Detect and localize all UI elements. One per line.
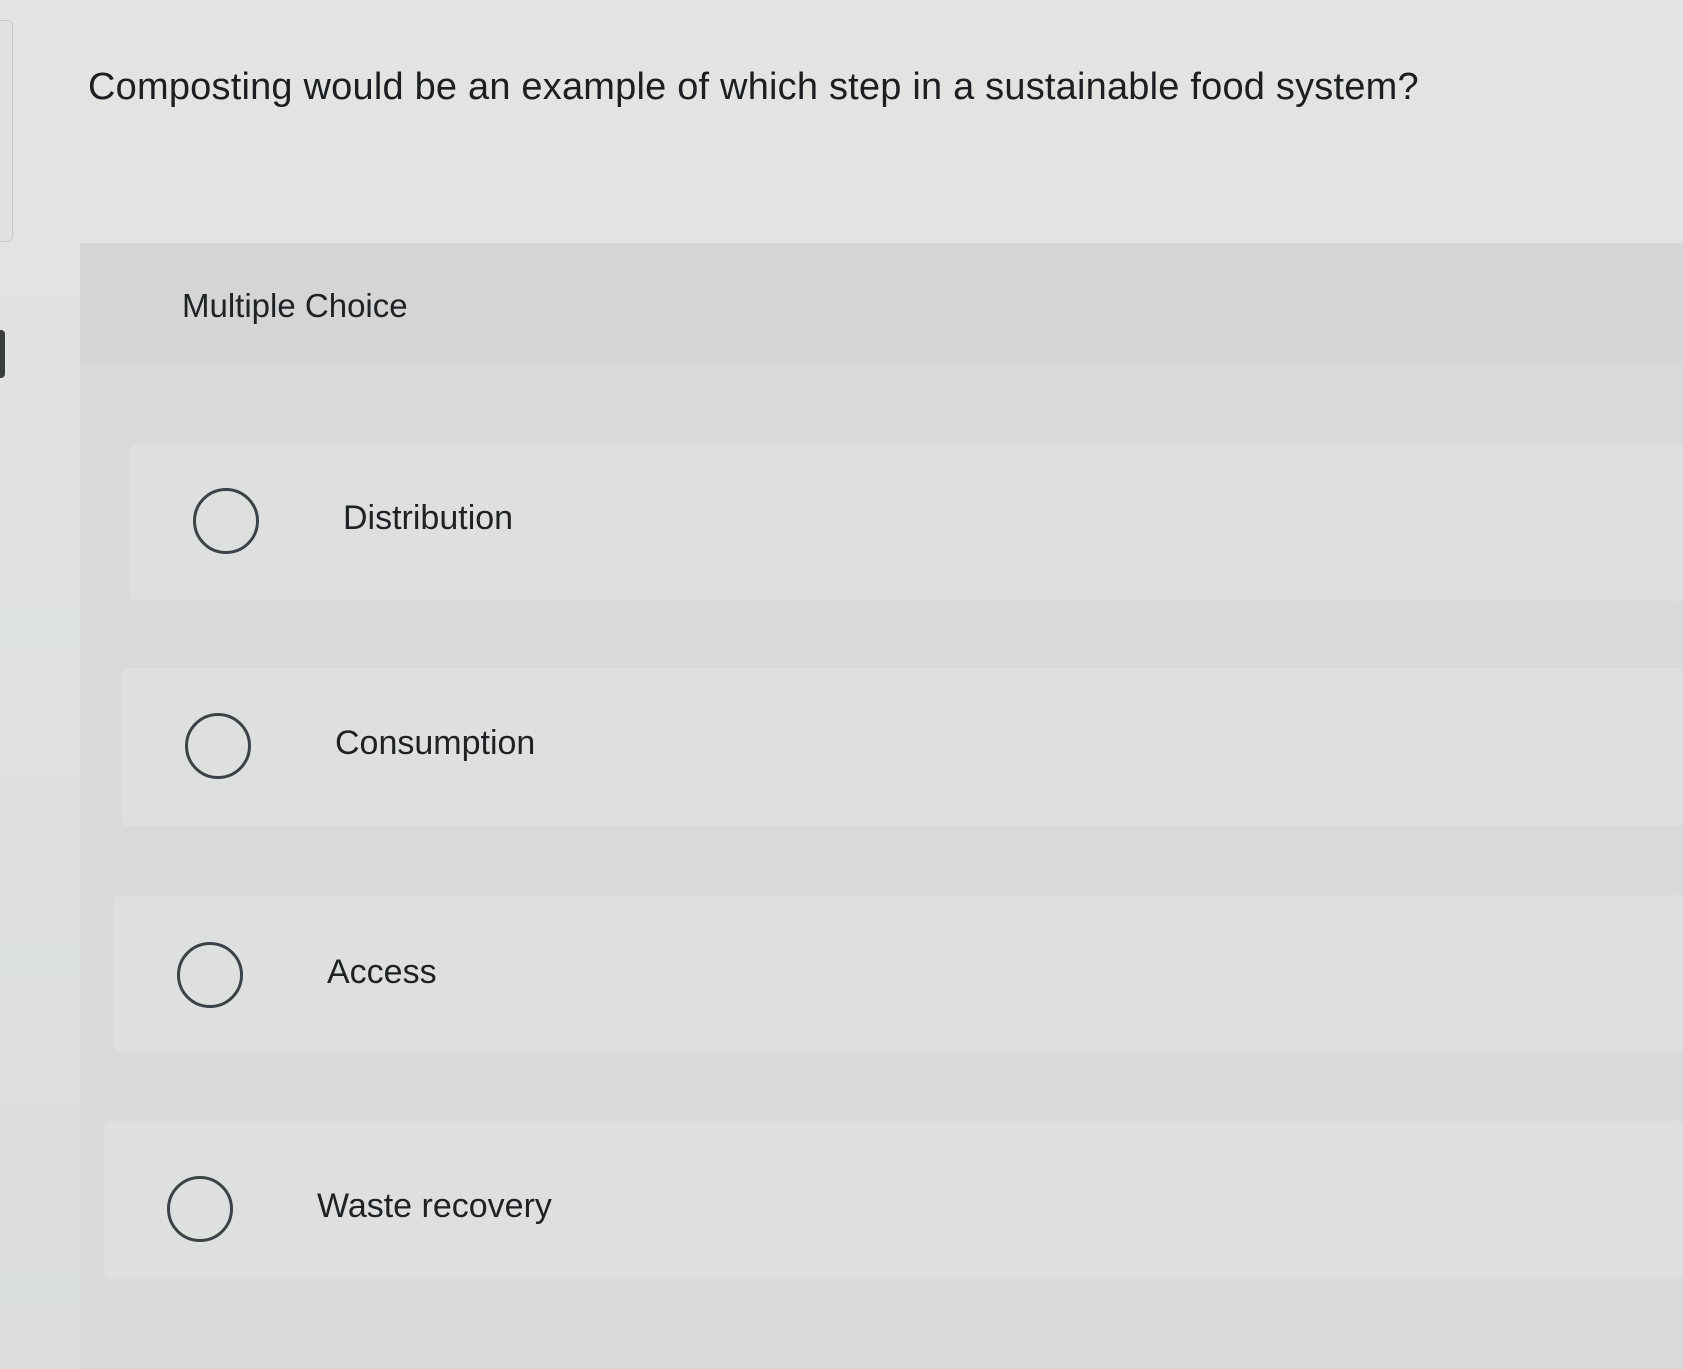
radio-button[interactable] [193,488,259,554]
option-label[interactable]: Waste recovery [317,1187,552,1226]
answer-option-distribution[interactable]: Distribution [130,443,1683,601]
page: Composting would be an example of which … [0,0,1683,1369]
left-panel-edge [0,20,13,242]
radio-button[interactable] [177,942,243,1008]
question-prompt: Composting would be an example of which … [88,66,1419,108]
option-label[interactable]: Distribution [343,499,513,538]
answer-option-consumption[interactable]: Consumption [122,668,1683,826]
radio-button[interactable] [185,713,251,779]
choice-header: Multiple Choice [80,243,1683,363]
option-label[interactable]: Consumption [335,724,535,763]
option-label[interactable]: Access [327,953,437,992]
answer-option-waste-recovery[interactable]: Waste recovery [104,1121,1683,1279]
question-type-label: Multiple Choice [182,287,408,324]
radio-button[interactable] [167,1176,233,1242]
answer-option-access[interactable]: Access [114,895,1683,1053]
collapse-handle[interactable] [0,330,5,378]
multiple-choice-panel: Multiple Choice Distribution Consumption… [80,243,1683,1369]
